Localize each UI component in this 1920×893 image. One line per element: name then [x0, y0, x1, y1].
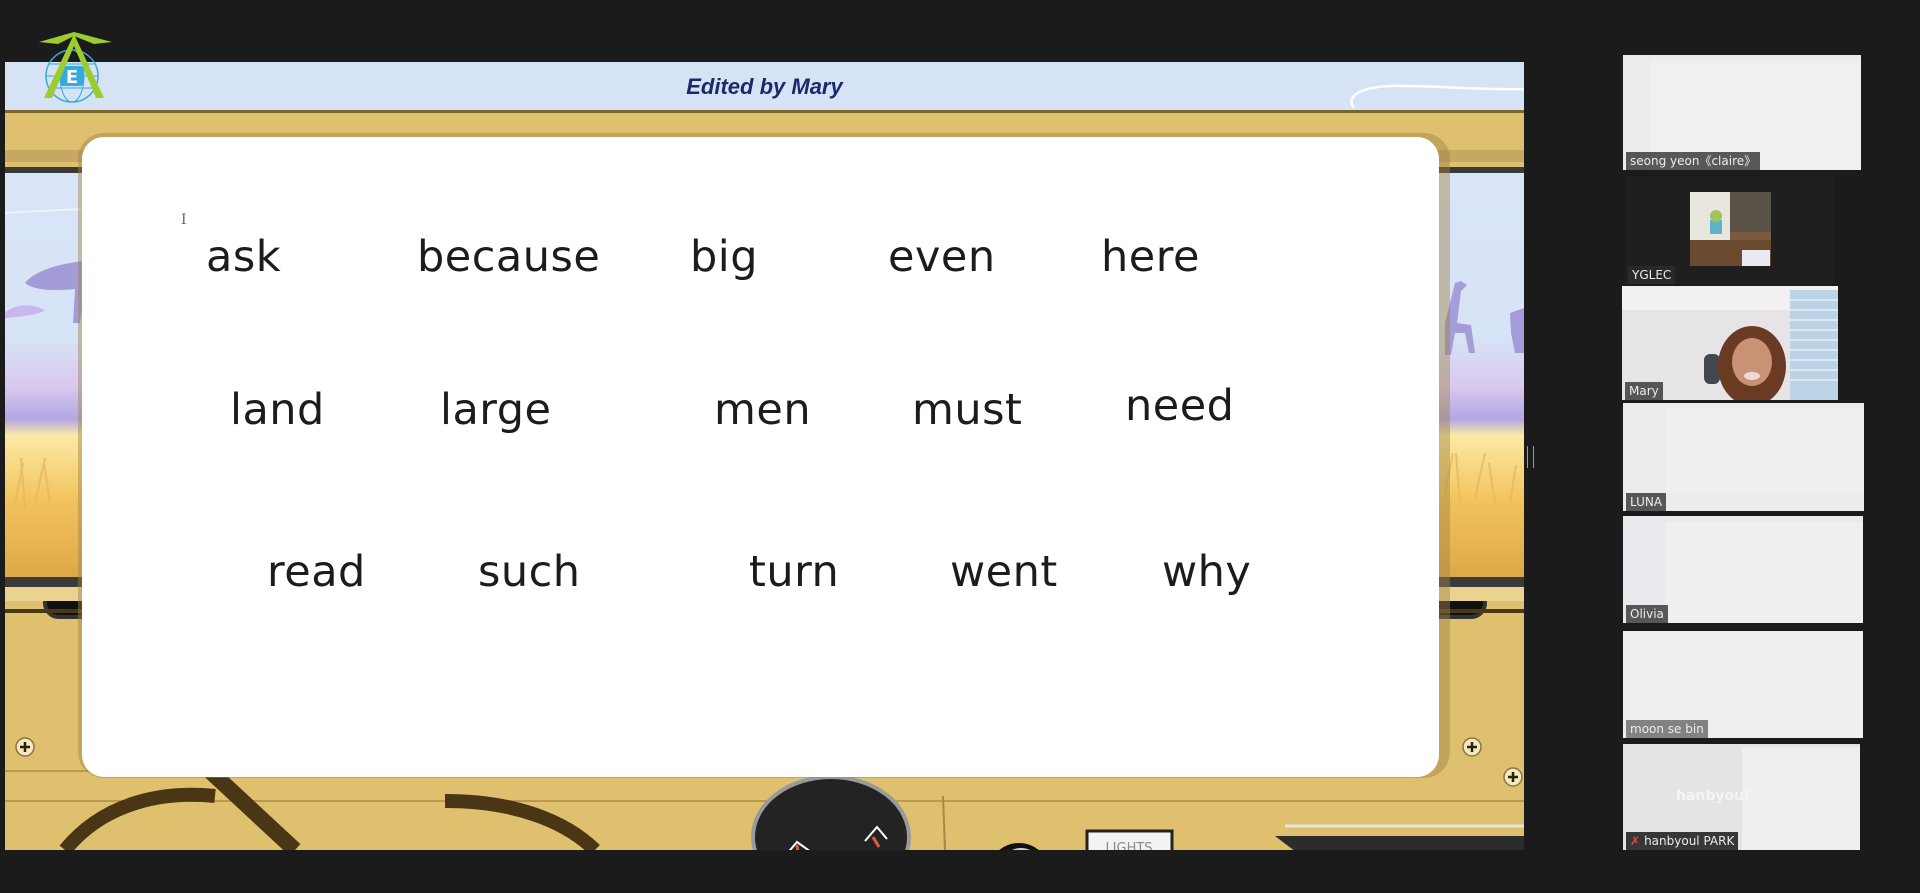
participant-name: seong yeon《claire》 [1626, 152, 1761, 170]
word-read[interactable]: read [267, 547, 366, 597]
word-why[interactable]: why [1162, 547, 1251, 597]
participant-tile-luna[interactable]: LUNA [1623, 403, 1864, 511]
participant-name: YGLEC [1628, 266, 1676, 284]
participant-tile-olivia[interactable]: Olivia [1623, 516, 1863, 623]
cloud-decoration [1350, 84, 1524, 109]
participant-name: LUNA [1626, 493, 1667, 511]
giraffe-silhouette [1445, 281, 1524, 355]
word-went[interactable]: went [950, 547, 1058, 597]
svg-text:LIGHTS: LIGHTS [1105, 841, 1152, 850]
sight-words-card [82, 137, 1439, 777]
participant-tile-yglec[interactable]: YGLEC [1625, 176, 1833, 284]
steering-wheel [59, 787, 216, 850]
participant-name: moon se bin [1626, 720, 1708, 738]
glovebox [1275, 836, 1524, 850]
participant-name: Mary [1625, 382, 1663, 400]
word-ask[interactable]: ask [206, 232, 281, 282]
blurred-video [1742, 747, 1860, 850]
gauge [751, 775, 911, 850]
blurred-video [1705, 634, 1863, 738]
word-men[interactable]: men [714, 385, 811, 435]
blurred-video [1666, 522, 1863, 623]
panel-resize-handle[interactable] [1527, 446, 1534, 468]
mic-muted-icon: ✗ [1630, 834, 1641, 848]
participant-tile-hanbyoul-park[interactable]: hanbyoul ✗ hanbyoul PARK [1623, 744, 1860, 850]
word-turn[interactable]: turn [749, 547, 839, 597]
word-here[interactable]: here [1101, 232, 1200, 282]
participant-tile-moon-se-bin[interactable]: moon se bin [1623, 631, 1863, 738]
word-because[interactable]: because [417, 232, 600, 282]
word-need[interactable]: need [1125, 381, 1234, 431]
avatar-name-watermark: hanbyoul [1676, 788, 1749, 804]
participant-name: hanbyoul PARK [1644, 834, 1735, 848]
word-such[interactable]: such [478, 547, 581, 597]
svg-text:E: E [66, 67, 78, 88]
participant-name: Olivia [1626, 605, 1668, 623]
participant-name-bar: ✗ hanbyoul PARK [1626, 832, 1739, 850]
slide-header: Edited by Mary [5, 62, 1524, 113]
blurred-video [1666, 409, 1864, 493]
participant-tile-seong-yeon[interactable]: seong yeon《claire》 [1623, 55, 1861, 170]
word-even[interactable]: even [888, 232, 996, 282]
word-large[interactable]: large [440, 385, 551, 435]
profile-photo [1690, 192, 1771, 266]
school-logo: E [39, 32, 112, 103]
slide-title: Edited by Mary [686, 74, 843, 99]
word-big[interactable]: big [690, 232, 758, 282]
word-must[interactable]: must [912, 385, 1022, 435]
word-land[interactable]: land [230, 385, 325, 435]
text-cursor-icon: I [181, 212, 187, 228]
participant-tile-mary[interactable]: Mary [1622, 286, 1838, 400]
